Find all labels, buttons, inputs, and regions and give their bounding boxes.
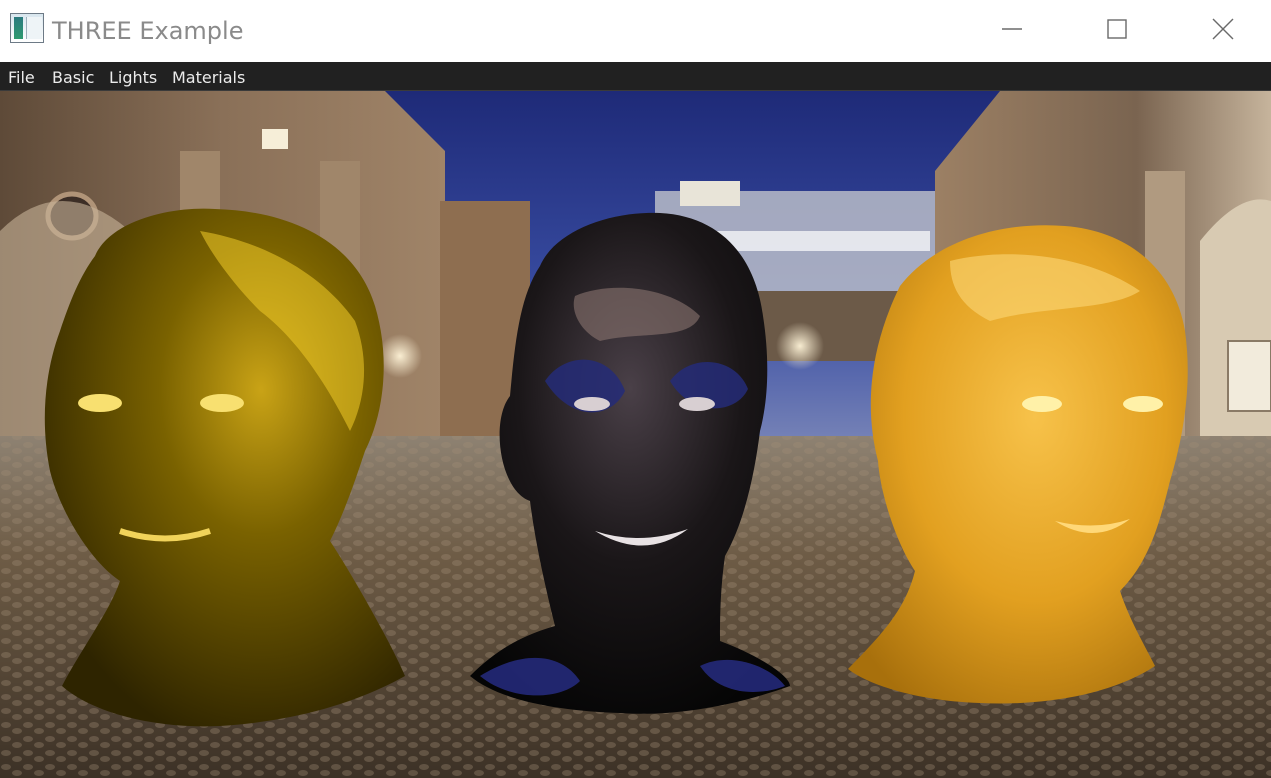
window-title: THREE Example	[52, 17, 244, 45]
gold-metallic-head[interactable]	[44, 208, 405, 727]
maximize-icon	[1107, 19, 1127, 39]
amber-glossy-head[interactable]	[848, 225, 1188, 704]
maximize-button[interactable]	[1064, 0, 1170, 58]
menu-bar: File Basic Lights Materials	[0, 62, 1271, 91]
menu-lights[interactable]: Lights	[109, 62, 157, 91]
menu-materials[interactable]: Materials	[172, 62, 245, 91]
window-app-icon	[10, 13, 44, 43]
menu-file[interactable]: File	[8, 62, 35, 91]
close-icon	[1212, 18, 1234, 40]
render-viewport[interactable]	[0, 91, 1271, 778]
three-example-window: THREE Example File Basic Lights Material…	[0, 0, 1271, 778]
minimize-button[interactable]	[959, 0, 1065, 58]
scene-canvas[interactable]	[0, 91, 1271, 778]
title-bar[interactable]: THREE Example	[0, 0, 1271, 62]
close-button[interactable]	[1170, 0, 1271, 58]
menu-basic[interactable]: Basic	[52, 62, 94, 91]
minimize-icon	[1002, 28, 1022, 30]
